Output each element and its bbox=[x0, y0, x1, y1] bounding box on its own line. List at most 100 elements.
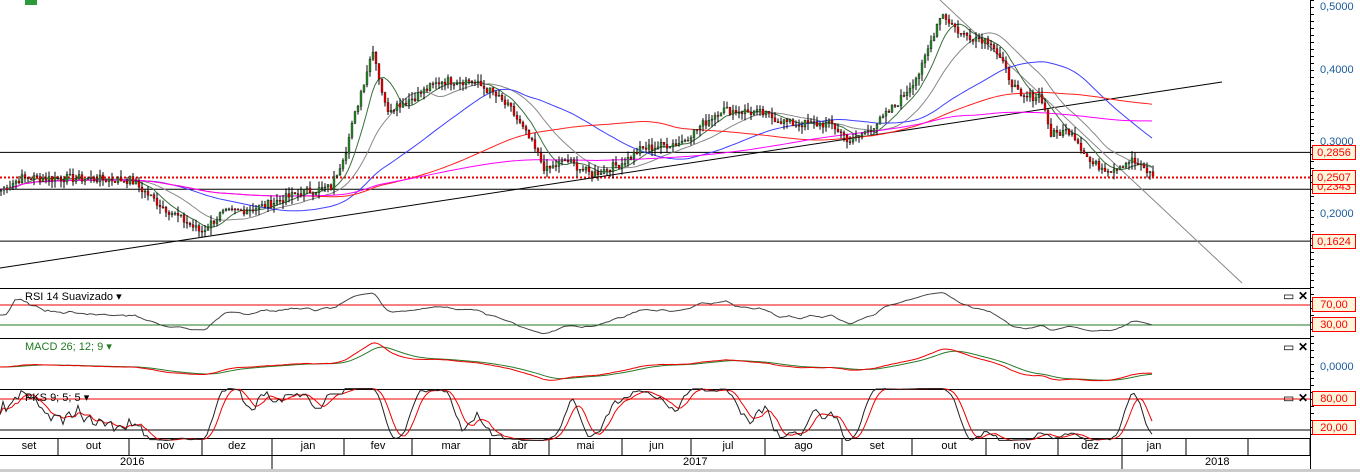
maximize-icon[interactable]: ▭ bbox=[1283, 341, 1294, 353]
candle bbox=[437, 82, 441, 85]
candle bbox=[398, 103, 402, 108]
pks-title[interactable]: PKS 9; 5; 5 ▾ bbox=[25, 391, 89, 404]
candle bbox=[875, 124, 879, 129]
candle bbox=[971, 39, 975, 42]
candle bbox=[5, 187, 9, 191]
candle bbox=[434, 82, 438, 84]
close-icon[interactable]: ✕ bbox=[1298, 290, 1308, 302]
candle bbox=[53, 177, 57, 182]
candle bbox=[947, 19, 951, 24]
stock-chart[interactable]: 0,5000 0,4000 0,3000 0,2000 0,2856 0,234… bbox=[0, 0, 1360, 472]
candle bbox=[866, 130, 870, 132]
candle bbox=[56, 177, 60, 179]
candle bbox=[902, 95, 906, 97]
candle bbox=[473, 82, 477, 84]
candle bbox=[311, 192, 315, 195]
candle bbox=[941, 14, 945, 19]
candle bbox=[26, 177, 30, 179]
candle bbox=[35, 175, 39, 177]
candle bbox=[131, 176, 135, 185]
candle bbox=[893, 105, 897, 107]
close-icon[interactable]: ✕ bbox=[1298, 341, 1308, 353]
candle bbox=[1130, 157, 1134, 163]
candle bbox=[539, 152, 543, 162]
candle bbox=[926, 48, 930, 56]
candle bbox=[1094, 161, 1098, 165]
rsi-line bbox=[0, 292, 1153, 335]
candle bbox=[767, 110, 771, 114]
candle bbox=[623, 163, 627, 165]
candle bbox=[533, 139, 537, 149]
candle bbox=[596, 171, 600, 175]
candle bbox=[1004, 60, 1008, 68]
candle bbox=[950, 23, 954, 25]
candle bbox=[317, 187, 321, 194]
candle bbox=[377, 63, 381, 80]
candle bbox=[803, 120, 807, 128]
candle bbox=[422, 88, 426, 94]
candle bbox=[8, 186, 12, 191]
macd-title[interactable]: MACD 26; 12; 9 ▾ bbox=[25, 340, 112, 353]
candle bbox=[545, 166, 549, 171]
candle bbox=[107, 178, 111, 182]
candle bbox=[746, 109, 750, 113]
candle bbox=[1067, 129, 1071, 135]
candle bbox=[647, 144, 651, 150]
candle bbox=[581, 169, 585, 171]
candle bbox=[383, 92, 387, 103]
candle bbox=[329, 184, 333, 190]
candle bbox=[506, 102, 510, 105]
month-label: jan bbox=[1146, 440, 1162, 452]
close-icon[interactable]: ✕ bbox=[1298, 392, 1308, 404]
maximize-icon[interactable]: ▭ bbox=[1283, 392, 1294, 404]
candle bbox=[659, 142, 663, 148]
candle bbox=[1001, 57, 1005, 62]
candle bbox=[752, 111, 756, 115]
rsi-title[interactable]: RSI 14 Suavizado ▾ bbox=[25, 290, 122, 303]
candle bbox=[443, 81, 447, 85]
candle bbox=[485, 88, 489, 93]
candle bbox=[0, 190, 3, 192]
candle bbox=[530, 138, 534, 140]
candle bbox=[92, 177, 96, 182]
candle bbox=[1112, 169, 1116, 173]
candle bbox=[704, 120, 708, 126]
candle bbox=[281, 200, 285, 203]
candle bbox=[686, 140, 690, 142]
candle bbox=[101, 174, 105, 180]
candle bbox=[860, 133, 864, 137]
candle bbox=[215, 219, 219, 224]
candle bbox=[404, 102, 408, 105]
candle bbox=[308, 187, 312, 194]
candle bbox=[692, 129, 696, 138]
candle bbox=[731, 110, 735, 115]
candle bbox=[698, 125, 702, 130]
maximize-icon[interactable]: ▭ bbox=[1283, 290, 1294, 302]
candle bbox=[395, 103, 399, 111]
candle bbox=[266, 200, 270, 208]
candle bbox=[815, 122, 819, 127]
candle bbox=[1073, 133, 1077, 140]
rsi-level-label: 70,00 bbox=[1312, 297, 1356, 312]
candle bbox=[113, 180, 117, 183]
candle bbox=[602, 169, 606, 174]
candle bbox=[419, 92, 423, 94]
candle bbox=[374, 52, 378, 64]
candle bbox=[887, 111, 891, 113]
candle bbox=[914, 78, 918, 86]
candle bbox=[989, 43, 993, 46]
candle bbox=[758, 109, 762, 111]
candle bbox=[38, 176, 42, 182]
candle bbox=[521, 122, 525, 127]
candle bbox=[353, 111, 357, 124]
candle bbox=[677, 143, 681, 146]
candle bbox=[890, 105, 894, 113]
axis-tick: 0,5000 bbox=[1320, 1, 1354, 13]
month-label: set bbox=[21, 440, 37, 452]
candle bbox=[515, 115, 519, 120]
candle bbox=[737, 112, 741, 114]
candle bbox=[236, 209, 240, 211]
candle bbox=[614, 162, 618, 166]
candle bbox=[41, 177, 45, 182]
chart-canvas[interactable] bbox=[0, 0, 1360, 472]
